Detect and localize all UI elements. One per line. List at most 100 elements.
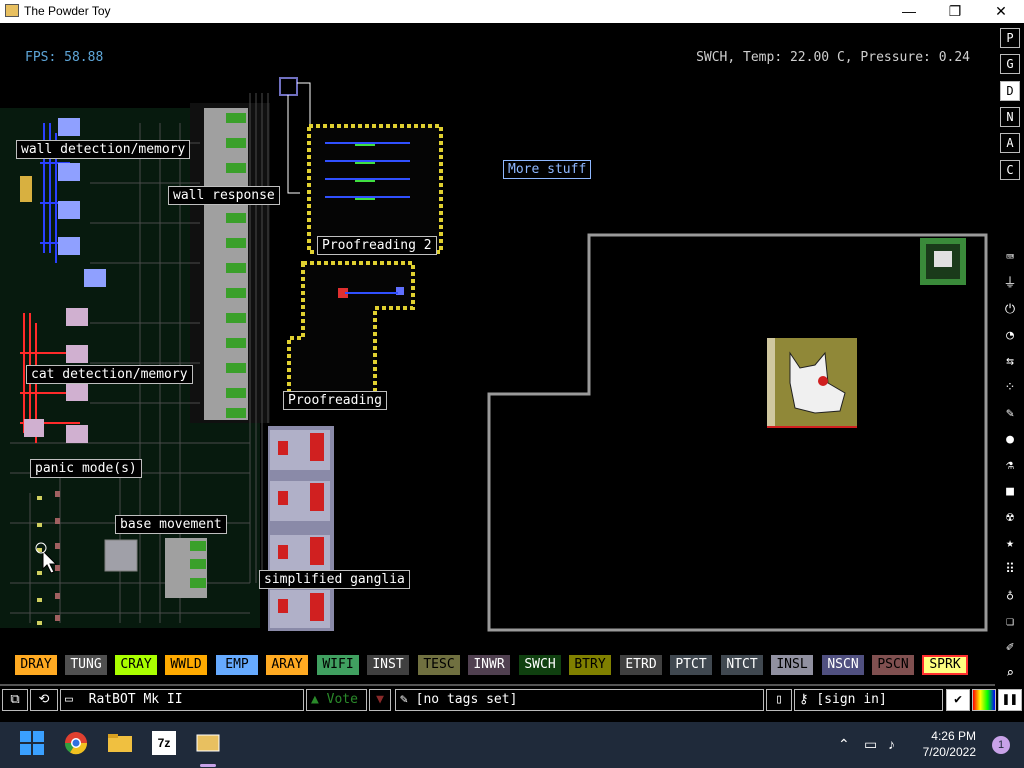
sign-base-movement[interactable]: base movement bbox=[115, 515, 227, 534]
sign-proofreading-2[interactable]: Proofreading 2 bbox=[317, 236, 437, 255]
bulb-icon[interactable]: ♁ bbox=[1000, 585, 1020, 607]
element-wifi[interactable]: WIFI bbox=[317, 655, 359, 675]
gravity-button-g[interactable]: G bbox=[1000, 54, 1020, 74]
notification-badge[interactable]: 1 bbox=[992, 736, 1010, 754]
scrollbar-divider[interactable] bbox=[0, 684, 995, 686]
grid-icon[interactable]: ⠿ bbox=[1000, 559, 1020, 581]
element-ptct[interactable]: PTCT bbox=[670, 655, 712, 675]
preview-button-p[interactable]: P bbox=[1000, 28, 1020, 48]
flask-icon[interactable]: ⚗ bbox=[1000, 455, 1020, 477]
element-sprk[interactable]: SPRK bbox=[922, 655, 968, 675]
tag-icon: ✎ bbox=[400, 692, 408, 707]
square-icon[interactable]: ■ bbox=[1000, 481, 1020, 503]
windows-taskbar: 7z ⌃ ▭ ♪ 4:26 PM 7/20/2022 1 bbox=[0, 722, 1024, 768]
sign-wall-response[interactable]: wall response bbox=[168, 186, 280, 205]
save-name: RatBOT Mk II bbox=[88, 692, 183, 707]
element-tung[interactable]: TUNG bbox=[65, 655, 107, 675]
ambient-button-a[interactable]: A bbox=[1000, 133, 1020, 153]
bottom-bar: ⧉ ⟲ ▭ RatBOT Mk II ▲ Vote ▼ ✎ [no tags s… bbox=[0, 688, 1024, 713]
sign-wall-detection[interactable]: wall detection/memory bbox=[16, 140, 191, 159]
plug-icon[interactable]: ⏚ bbox=[1000, 273, 1020, 295]
key-icon: ⚷ bbox=[799, 692, 809, 707]
sign-simplified-ganglia[interactable]: simplified ganglia bbox=[259, 570, 410, 589]
bookmark-icon[interactable]: ❏ bbox=[1000, 611, 1020, 633]
save-icon: ▭ bbox=[65, 692, 73, 707]
pause-icon[interactable]: ❚❚ bbox=[998, 689, 1022, 711]
sign-cat-detection[interactable]: cat detection/memory bbox=[26, 365, 193, 384]
renderer-icon[interactable] bbox=[972, 689, 996, 711]
element-aray[interactable]: ARAY bbox=[266, 655, 308, 675]
volume-icon[interactable]: ♪ bbox=[888, 736, 895, 752]
clock-date: 7/20/2022 bbox=[922, 745, 976, 759]
search-icon[interactable]: ⌕ bbox=[1000, 663, 1020, 685]
hud-status: SWCH, Temp: 22.00 C, Pressure: 0.24 bbox=[696, 50, 970, 65]
element-swch[interactable]: SWCH bbox=[519, 655, 561, 675]
clock-time: 4:26 PM bbox=[931, 729, 976, 743]
minimize-button[interactable]: — bbox=[886, 0, 932, 23]
file-explorer-icon[interactable] bbox=[108, 731, 136, 759]
maximize-button[interactable]: ❐ bbox=[932, 0, 978, 23]
gauge-icon[interactable]: ◔ bbox=[1000, 325, 1020, 347]
vote-down-button[interactable]: ▼ bbox=[369, 689, 391, 711]
sign-proofreading[interactable]: Proofreading bbox=[283, 391, 387, 410]
right-menu: P G D N A C ⌨ ⏚ ⏻ ◔ ⇆ ⁘ ✎ ● ⚗ ■ ☢ ★ ⠿ ♁ … bbox=[997, 23, 1024, 713]
element-insl[interactable]: INSL bbox=[771, 655, 813, 675]
sign-in-button[interactable]: ⚷ [sign in] bbox=[794, 689, 943, 711]
simulation-canvas[interactable] bbox=[0, 23, 995, 633]
vote-label: Vote bbox=[326, 692, 358, 707]
network-icon[interactable]: ▭ bbox=[864, 736, 877, 753]
radiation-icon[interactable]: ☢ bbox=[1000, 507, 1020, 529]
element-tesc[interactable]: TESC bbox=[418, 655, 460, 675]
brush-icon[interactable]: ✎ bbox=[1000, 403, 1020, 425]
vote-up-button[interactable]: ▲ Vote bbox=[306, 689, 367, 711]
circuit-drawing bbox=[0, 77, 988, 632]
element-bar: DRAY TUNG CRAY WWLD EMP ARAY WIFI INST TESC INWR S… bbox=[0, 653, 995, 679]
console-button-c[interactable]: C bbox=[1000, 160, 1020, 180]
element-dray[interactable]: DRAY bbox=[15, 655, 57, 675]
keyboard-icon[interactable]: ⌨ bbox=[1000, 247, 1020, 269]
reload-icon[interactable]: ⟲ bbox=[30, 689, 58, 711]
element-cray[interactable]: CRAY bbox=[115, 655, 157, 675]
element-nscn[interactable]: NSCN bbox=[822, 655, 864, 675]
open-icon[interactable]: ⧉ bbox=[2, 689, 28, 711]
element-pscn[interactable]: PSCN bbox=[872, 655, 914, 675]
debug-button-d[interactable]: D bbox=[1000, 81, 1020, 101]
element-ntct[interactable]: NTCT bbox=[721, 655, 763, 675]
7zip-icon[interactable]: 7z bbox=[152, 731, 176, 755]
settings-icon[interactable]: ✔ bbox=[946, 689, 970, 711]
clear-icon[interactable]: ▯ bbox=[766, 689, 792, 711]
element-emp[interactable]: EMP bbox=[216, 655, 258, 675]
thumbs-up-icon: ▲ bbox=[311, 692, 319, 707]
powder-toy-icon[interactable] bbox=[196, 731, 224, 759]
arrows-icon[interactable]: ⇆ bbox=[1000, 351, 1020, 373]
element-btry[interactable]: BTRY bbox=[569, 655, 611, 675]
window-title: The Powder Toy bbox=[24, 4, 111, 18]
element-inst[interactable]: INST bbox=[367, 655, 409, 675]
game-window: FPS: 58.88 SWCH, Temp: 22.00 C, Pressure… bbox=[0, 23, 1024, 713]
windows-start-icon[interactable] bbox=[20, 731, 48, 759]
powder-toy-app-icon bbox=[5, 4, 19, 17]
window-titlebar: The Powder Toy — ❐ ✕ bbox=[0, 0, 1024, 23]
tags-label: [no tags set] bbox=[415, 692, 518, 707]
sign-panic-mode[interactable]: panic mode(s) bbox=[30, 459, 142, 478]
newtonian-button-n[interactable]: N bbox=[1000, 107, 1020, 127]
tags-button[interactable]: ✎ [no tags set] bbox=[395, 689, 764, 711]
sign-in-label: [sign in] bbox=[816, 692, 887, 707]
element-wwld[interactable]: WWLD bbox=[165, 655, 207, 675]
element-etrd[interactable]: ETRD bbox=[620, 655, 662, 675]
element-inwr[interactable]: INWR bbox=[468, 655, 510, 675]
chrome-icon[interactable] bbox=[64, 731, 92, 759]
clock[interactable]: 4:26 PM 7/20/2022 bbox=[923, 728, 976, 760]
arena-wall bbox=[487, 233, 988, 632]
close-button[interactable]: ✕ bbox=[978, 0, 1024, 23]
active-app-indicator bbox=[200, 764, 216, 767]
save-name-button[interactable]: ▭ RatBOT Mk II bbox=[60, 689, 304, 711]
paint-icon[interactable]: ✐ bbox=[1000, 637, 1020, 659]
fps-counter: FPS: 58.88 bbox=[25, 50, 104, 65]
drop-icon[interactable]: ● bbox=[1000, 429, 1020, 451]
dots-icon[interactable]: ⁘ bbox=[1000, 377, 1020, 399]
star-icon[interactable]: ★ bbox=[1000, 533, 1020, 555]
sign-more-stuff[interactable]: More stuff bbox=[503, 160, 592, 179]
chevron-up-icon[interactable]: ⌃ bbox=[838, 736, 850, 753]
power-icon[interactable]: ⏻ bbox=[1000, 299, 1020, 321]
